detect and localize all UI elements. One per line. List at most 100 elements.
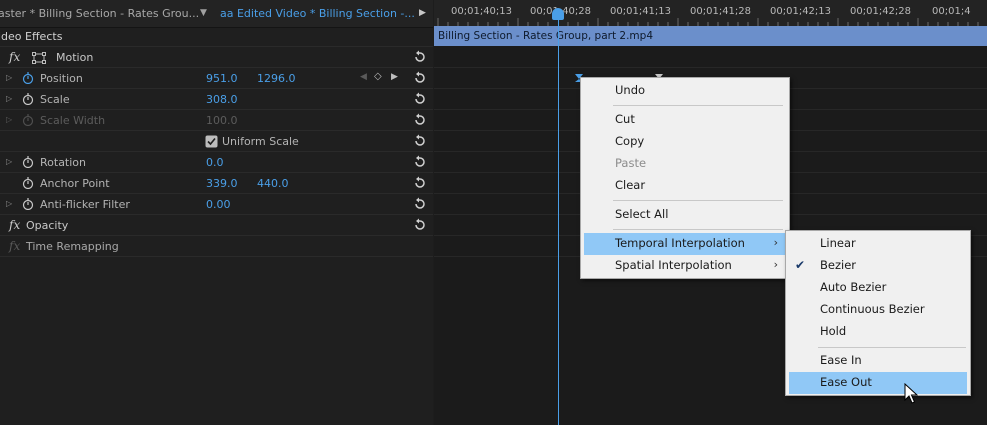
uniform-scale-label: Uniform Scale	[222, 135, 299, 148]
playhead-line[interactable]	[558, 10, 559, 425]
timecode-label: 00;01;41;13	[610, 6, 672, 17]
menu-item-temporal-interpolation[interactable]: Temporal Interpolation ›	[584, 233, 786, 255]
property-label-scale: Scale	[40, 93, 70, 106]
menu-separator	[613, 200, 783, 201]
time-ruler[interactable]: 00;01;40;13 00;01;40;28 00;01;41;13 00;0…	[434, 0, 987, 26]
menu-item-select-all[interactable]: Select All	[584, 204, 786, 226]
section-title: ideo Effects	[0, 30, 63, 43]
submenu-item-linear[interactable]: Linear	[789, 233, 967, 255]
add-keyframe-icon[interactable]: ◇	[374, 71, 382, 82]
chevron-down-icon[interactable]: ▼	[200, 8, 207, 18]
anti-flicker-value[interactable]: 0.00	[206, 198, 231, 211]
property-label-anti-flicker: Anti-flicker Filter	[40, 198, 130, 211]
temporal-interpolation-submenu: Linear ✔ Bezier Auto Bezier Continuous Be…	[785, 230, 971, 396]
uniform-scale-checkbox[interactable]	[205, 135, 218, 148]
reset-icon[interactable]	[413, 71, 427, 85]
menu-separator	[818, 347, 966, 348]
submenu-item-bezier[interactable]: ✔ Bezier	[789, 255, 967, 277]
scale-value[interactable]: 308.0	[206, 93, 238, 106]
menu-item-spatial-interpolation[interactable]: Spatial Interpolation ›	[584, 255, 786, 277]
scale-width-value: 100.0	[206, 114, 238, 127]
fx-icon[interactable]: fx	[9, 218, 20, 232]
property-row-scale-width: ▷ Scale Width 100.0	[0, 110, 433, 131]
property-label-rotation: Rotation	[40, 156, 87, 169]
menu-item-cut[interactable]: Cut	[584, 109, 786, 131]
checkmark-icon: ✔	[795, 258, 806, 272]
stopwatch-icon[interactable]	[22, 198, 34, 210]
stopwatch-icon[interactable]	[22, 72, 34, 84]
effect-controls-panel: aster * Billing Section - Rates Grou... …	[0, 0, 433, 425]
twirl-right-icon: ▷	[6, 115, 13, 124]
submenu-item-hold[interactable]: Hold	[789, 321, 967, 343]
tab-master-sequence[interactable]: aster * Billing Section - Rates Grou...	[0, 7, 199, 20]
clip-name: Billing Section - Rates Group, part 2.mp…	[438, 30, 653, 42]
property-row-anti-flicker[interactable]: ▷ Anti-flicker Filter 0.00	[0, 194, 433, 215]
effect-row-motion[interactable]: fx Motion	[0, 47, 433, 68]
track-divider	[434, 67, 987, 68]
submenu-arrow-icon: ›	[773, 236, 778, 249]
reset-icon[interactable]	[413, 113, 427, 127]
effect-row-opacity[interactable]: fx Opacity	[0, 215, 433, 236]
anchor-x-value[interactable]: 339.0	[206, 177, 238, 190]
property-label-position: Position	[40, 72, 83, 85]
menu-item-paste: Paste	[615, 156, 647, 170]
video-effects-header: ideo Effects	[0, 28, 433, 47]
menu-item-clear[interactable]: Clear	[584, 175, 786, 197]
menu-item-copy[interactable]: Copy	[584, 131, 786, 153]
transform-icon	[32, 52, 46, 64]
play-triangle-icon[interactable]: ▶	[419, 8, 426, 18]
submenu-arrow-icon: ›	[773, 258, 778, 271]
clip-bar[interactable]: Billing Section - Rates Group, part 2.mp…	[434, 26, 987, 46]
property-row-rotation[interactable]: ▷ Rotation 0.0	[0, 152, 433, 173]
fx-icon[interactable]: fx	[9, 50, 20, 64]
menu-separator	[613, 105, 783, 106]
twirl-right-icon[interactable]: ▷	[6, 157, 12, 166]
reset-icon[interactable]	[413, 218, 427, 232]
reset-icon[interactable]	[413, 92, 427, 106]
position-y-value[interactable]: 1296.0	[257, 72, 296, 85]
anchor-y-value[interactable]: 440.0	[257, 177, 289, 190]
timecode-label: 00;01;42;28	[850, 6, 912, 17]
submenu-item-ease-out[interactable]: Ease Out	[789, 372, 967, 394]
fx-icon: fx	[9, 239, 21, 253]
reset-icon[interactable]	[413, 197, 427, 211]
reset-icon[interactable]	[413, 50, 427, 64]
property-row-position[interactable]: ▷ Position 951.0 1296.0 ◀ ◇ ▶	[0, 68, 433, 89]
timecode-label: 00;01;41;28	[690, 6, 752, 17]
timecode-label: 00;01;4	[932, 6, 971, 17]
playhead-handle[interactable]	[552, 8, 564, 20]
prev-keyframe-icon[interactable]: ◀	[360, 72, 367, 82]
effect-label-time-remapping: Time Remapping	[26, 240, 119, 253]
rotation-value[interactable]: 0.0	[206, 156, 224, 169]
stopwatch-icon[interactable]	[22, 156, 34, 168]
twirl-right-icon[interactable]: ▷	[6, 73, 12, 82]
context-menu: Undo Cut Copy Paste Clear Select All Tem…	[580, 77, 790, 279]
submenu-item-ease-in[interactable]: Ease In	[789, 350, 967, 372]
property-row-scale[interactable]: ▷ Scale 308.0	[0, 89, 433, 110]
property-row-anchor-point[interactable]: Anchor Point 339.0 440.0	[0, 173, 433, 194]
twirl-right-icon[interactable]: ▷	[6, 199, 12, 208]
stopwatch-icon[interactable]	[22, 93, 34, 105]
stopwatch-icon[interactable]	[22, 177, 34, 189]
effect-label-opacity: Opacity	[26, 219, 69, 232]
reset-icon[interactable]	[413, 134, 427, 148]
timecode-label: 00;01;40;13	[451, 6, 513, 17]
reset-icon[interactable]	[413, 155, 427, 169]
property-label-anchor-point: Anchor Point	[40, 177, 110, 190]
twirl-right-icon[interactable]: ▷	[6, 94, 12, 103]
menu-item-undo[interactable]: Undo	[584, 80, 786, 102]
next-keyframe-icon[interactable]: ▶	[391, 72, 398, 82]
reset-icon[interactable]	[413, 176, 427, 190]
submenu-item-auto-bezier[interactable]: Auto Bezier	[789, 277, 967, 299]
submenu-item-continuous-bezier[interactable]: Continuous Bezier	[789, 299, 967, 321]
mouse-cursor-icon	[904, 383, 918, 404]
effect-row-time-remapping[interactable]: fx Time Remapping	[0, 236, 433, 257]
property-row-uniform-scale: Uniform Scale	[0, 131, 433, 152]
timecode-label: 00;01;42;13	[770, 6, 832, 17]
menu-separator	[613, 229, 783, 230]
effect-label-motion: Motion	[56, 51, 94, 64]
panel-tab-bar: aster * Billing Section - Rates Grou... …	[0, 0, 433, 28]
stopwatch-icon	[22, 114, 34, 126]
tab-edited-video[interactable]: aa Edited Video * Billing Section -...	[220, 7, 415, 20]
position-x-value[interactable]: 951.0	[206, 72, 238, 85]
